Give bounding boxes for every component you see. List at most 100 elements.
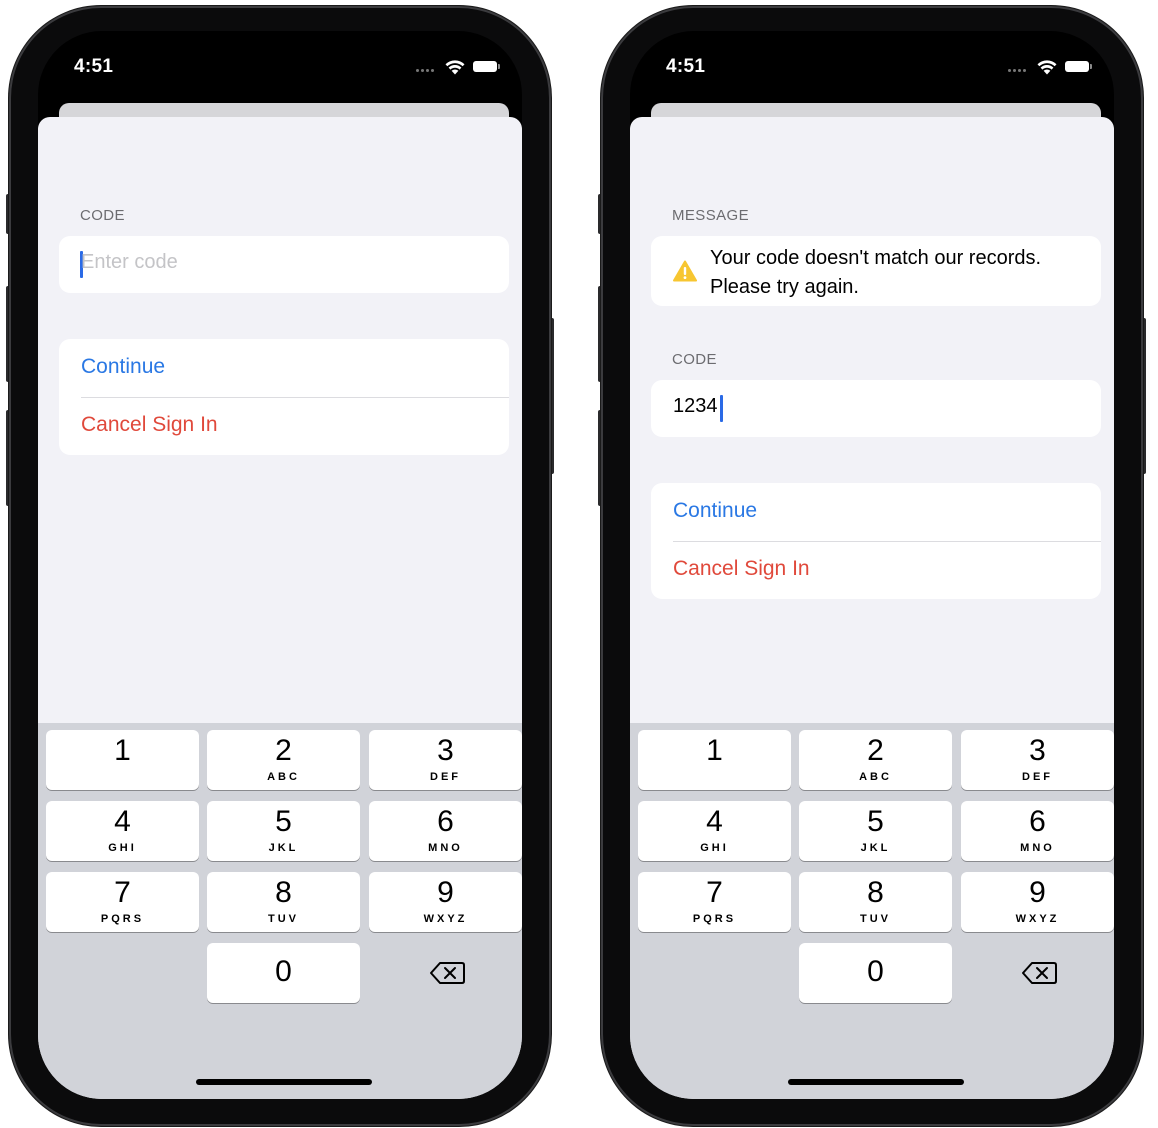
wifi-icon xyxy=(1037,60,1057,75)
cancel-label: Cancel Sign In xyxy=(81,413,218,436)
key-digit: 6 xyxy=(437,805,454,838)
delete-icon[interactable] xyxy=(428,959,468,987)
key-digit: 5 xyxy=(275,805,292,838)
key-letters: WXYZ xyxy=(1015,913,1060,925)
key-letters: JKL xyxy=(268,842,299,854)
key-digit: 7 xyxy=(114,876,131,909)
key-7[interactable]: 7 PQRS xyxy=(638,872,791,932)
device-frame: 4:51 CODE Enter code Continue Cancel Sig… xyxy=(9,6,551,1126)
phone-right: 4:51 MESSAGE Your code doesn't match our… xyxy=(598,6,1146,1126)
key-letters: DEF xyxy=(1022,771,1053,783)
key-9[interactable]: 9 WXYZ xyxy=(961,872,1114,932)
warning-icon xyxy=(673,260,697,282)
key-digit: 9 xyxy=(437,876,454,909)
wifi-icon xyxy=(445,60,465,75)
numeric-keyboard: 1 2 ABC 3 DEF 4 GHI 5 JKL 6 MNO 7 PQRS 8 TUV 9 W… xyxy=(630,723,1114,1099)
delete-icon[interactable] xyxy=(1020,959,1060,987)
status-time: 4:51 xyxy=(666,56,706,77)
phone-left: 4:51 CODE Enter code Continue Cancel Sig… xyxy=(6,6,554,1126)
key-digit: 2 xyxy=(867,734,884,767)
error-message: Your code doesn't match our records. Ple… xyxy=(651,236,1101,306)
screen: 4:51 MESSAGE Your code doesn't match our… xyxy=(630,31,1114,1099)
key-3[interactable]: 3 DEF xyxy=(369,730,522,790)
key-8[interactable]: 8 TUV xyxy=(207,872,360,932)
key-8[interactable]: 8 TUV xyxy=(799,872,952,932)
status-bar: 4:51 xyxy=(630,31,1114,101)
message-section-header: MESSAGE xyxy=(672,207,749,224)
continue-label: Continue xyxy=(81,355,166,378)
key-2[interactable]: 2 ABC xyxy=(207,730,360,790)
key-letters: TUV xyxy=(268,913,299,925)
key-letters: GHI xyxy=(700,842,729,854)
key-3[interactable]: 3 DEF xyxy=(961,730,1114,790)
key-digit: 6 xyxy=(1029,805,1046,838)
key-digit: 4 xyxy=(114,805,131,838)
continue-button[interactable]: Continue xyxy=(59,339,509,397)
key-1[interactable]: 1 xyxy=(46,730,199,790)
cancel-sign-in-button[interactable]: Cancel Sign In xyxy=(651,541,1101,599)
key-digit: 3 xyxy=(437,734,454,767)
key-6[interactable]: 6 MNO xyxy=(369,801,522,861)
key-letters: PQRS xyxy=(100,913,145,925)
key-digit: 8 xyxy=(867,876,884,909)
key-0[interactable]: 0 xyxy=(799,943,952,1003)
code-input[interactable]: Enter code xyxy=(59,236,509,293)
key-digit: 4 xyxy=(706,805,723,838)
key-digit: 5 xyxy=(867,805,884,838)
battery-icon xyxy=(1065,61,1092,72)
key-5[interactable]: 5 JKL xyxy=(207,801,360,861)
key-6[interactable]: 6 MNO xyxy=(961,801,1114,861)
key-letters: TUV xyxy=(860,913,891,925)
screen: 4:51 CODE Enter code Continue Cancel Sig… xyxy=(38,31,522,1099)
code-input[interactable]: 1234 xyxy=(651,380,1101,437)
key-digit: 0 xyxy=(275,955,292,988)
key-digit: 9 xyxy=(1029,876,1046,909)
text-cursor xyxy=(720,395,723,422)
key-4[interactable]: 4 GHI xyxy=(46,801,199,861)
key-letters: PQRS xyxy=(692,913,737,925)
actions-group: Continue Cancel Sign In xyxy=(59,339,509,455)
key-digit: 2 xyxy=(275,734,292,767)
key-5[interactable]: 5 JKL xyxy=(799,801,952,861)
key-digit: 1 xyxy=(706,734,723,767)
key-digit: 3 xyxy=(1029,734,1046,767)
key-letters: ABC xyxy=(267,771,300,783)
numeric-keyboard: 1 2 ABC 3 DEF 4 GHI 5 JKL 6 MNO 7 PQRS 8 TUV 9 W… xyxy=(38,723,522,1099)
key-digit: 7 xyxy=(706,876,723,909)
key-2[interactable]: 2 ABC xyxy=(799,730,952,790)
status-icons xyxy=(416,59,506,75)
continue-label: Continue xyxy=(673,499,758,522)
key-letters: WXYZ xyxy=(423,913,468,925)
key-1[interactable]: 1 xyxy=(638,730,791,790)
key-9[interactable]: 9 WXYZ xyxy=(369,872,522,932)
key-letters: JKL xyxy=(860,842,891,854)
key-digit: 8 xyxy=(275,876,292,909)
error-message-text: Your code doesn't match our records. Ple… xyxy=(710,247,1042,298)
cellular-icon xyxy=(416,69,438,73)
code-placeholder: Enter code xyxy=(81,251,178,273)
actions-group: Continue Cancel Sign In xyxy=(651,483,1101,599)
key-letters: GHI xyxy=(108,842,137,854)
status-time: 4:51 xyxy=(74,56,114,77)
key-letters: MNO xyxy=(1020,842,1055,854)
battery-icon xyxy=(473,61,500,72)
key-digit: 1 xyxy=(114,734,131,767)
cancel-sign-in-button[interactable]: Cancel Sign In xyxy=(59,397,509,455)
code-section-header: CODE xyxy=(80,207,125,224)
status-bar: 4:51 xyxy=(38,31,522,101)
code-value: 1234 xyxy=(673,395,718,417)
key-letters: ABC xyxy=(859,771,892,783)
home-indicator[interactable] xyxy=(788,1079,964,1085)
status-icons xyxy=(1008,59,1098,75)
cancel-label: Cancel Sign In xyxy=(673,557,810,580)
key-digit: 0 xyxy=(867,955,884,988)
key-4[interactable]: 4 GHI xyxy=(638,801,791,861)
home-indicator[interactable] xyxy=(196,1079,372,1085)
continue-button[interactable]: Continue xyxy=(651,483,1101,541)
key-0[interactable]: 0 xyxy=(207,943,360,1003)
code-section-header: CODE xyxy=(672,351,717,368)
cellular-icon xyxy=(1008,69,1030,73)
key-7[interactable]: 7 PQRS xyxy=(46,872,199,932)
key-letters: MNO xyxy=(428,842,463,854)
key-letters: DEF xyxy=(430,771,461,783)
